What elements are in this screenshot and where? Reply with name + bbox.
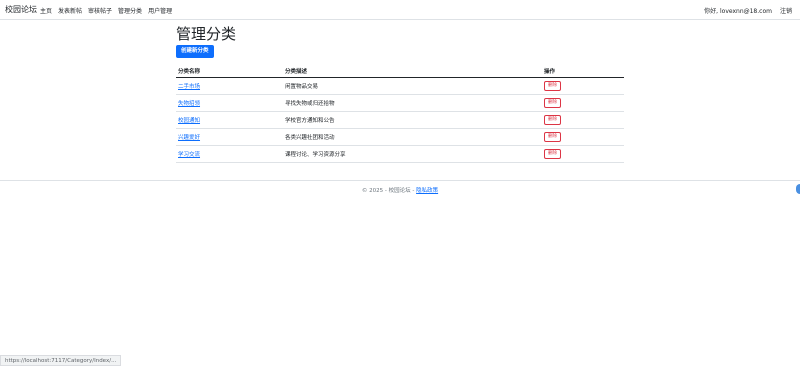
table-row: 兴趣爱好 各类兴趣社团和活动 删除 (176, 128, 624, 146)
table-row: 校园通知 学校官方通知和公告 删除 (176, 111, 624, 129)
page-title: 管理分类 (176, 25, 237, 43)
category-description: 课程讨论、学习资源分享 (283, 145, 542, 163)
delete-button[interactable]: 删除 (544, 97, 561, 108)
category-table: 分类名称 分类描述 操作 二手市场 闲置物品交易 删除 失物招领 寻找失物或归还… (176, 66, 624, 163)
nav-link-review-posts[interactable]: 审核帖子 (88, 6, 112, 15)
header-category-description: 分类描述 (283, 66, 542, 78)
floating-widget-icon[interactable] (796, 184, 800, 194)
nav-link-manage-categories[interactable]: 管理分类 (118, 6, 142, 15)
category-name-link[interactable]: 校园通知 (178, 118, 200, 124)
privacy-policy-link[interactable]: 隐私政策 (416, 188, 438, 194)
delete-button[interactable]: 删除 (544, 148, 561, 159)
brand-logo[interactable]: 校园论坛 (5, 4, 37, 15)
navbar: 校园论坛 主页 发表新帖 审核帖子 管理分类 用户管理 你好, lovexnn@… (0, 0, 800, 20)
nav-links: 主页 发表新帖 审核帖子 管理分类 用户管理 (40, 6, 172, 15)
category-description: 寻找失物或归还拾物 (283, 94, 542, 112)
logout-link[interactable]: 注销 (780, 6, 792, 15)
category-name-link[interactable]: 失物招领 (178, 101, 200, 107)
nav-link-user-management[interactable]: 用户管理 (148, 6, 172, 15)
delete-button[interactable]: 删除 (544, 114, 561, 125)
create-category-button[interactable]: 创建新分类 (176, 45, 214, 58)
table-row: 学习交流 课程讨论、学习资源分享 删除 (176, 145, 624, 163)
nav-link-home[interactable]: 主页 (40, 6, 52, 15)
main-content: 管理分类 创建新分类 分类名称 分类描述 操作 二手市场 闲置物品交易 删除 失… (176, 24, 624, 163)
footer-copyright: © 2025 - 校园论坛 - (361, 188, 415, 194)
category-name-link[interactable]: 兴趣爱好 (178, 135, 200, 141)
table-header-row: 分类名称 分类描述 操作 (176, 66, 624, 78)
status-bar-url: https://localhost:7117/Category/Index/..… (0, 355, 122, 366)
user-greeting[interactable]: 你好, lovexnn@18.com (704, 6, 772, 15)
nav-link-new-post[interactable]: 发表新帖 (58, 6, 82, 15)
footer: © 2025 - 校园论坛 - 隐私政策 (0, 180, 800, 196)
category-description: 闲置物品交易 (283, 77, 542, 95)
delete-button[interactable]: 删除 (544, 131, 561, 142)
table-row: 失物招领 寻找失物或归还拾物 删除 (176, 94, 624, 112)
category-description: 各类兴趣社团和活动 (283, 128, 542, 146)
header-actions: 操作 (542, 66, 624, 78)
nav-user-area: 你好, lovexnn@18.com 注销 (704, 6, 792, 15)
header-category-name: 分类名称 (176, 66, 283, 78)
category-name-link[interactable]: 二手市场 (178, 84, 200, 90)
delete-button[interactable]: 删除 (544, 80, 561, 91)
category-description: 学校官方通知和公告 (283, 111, 542, 129)
category-name-link[interactable]: 学习交流 (178, 152, 200, 158)
table-row: 二手市场 闲置物品交易 删除 (176, 77, 624, 95)
